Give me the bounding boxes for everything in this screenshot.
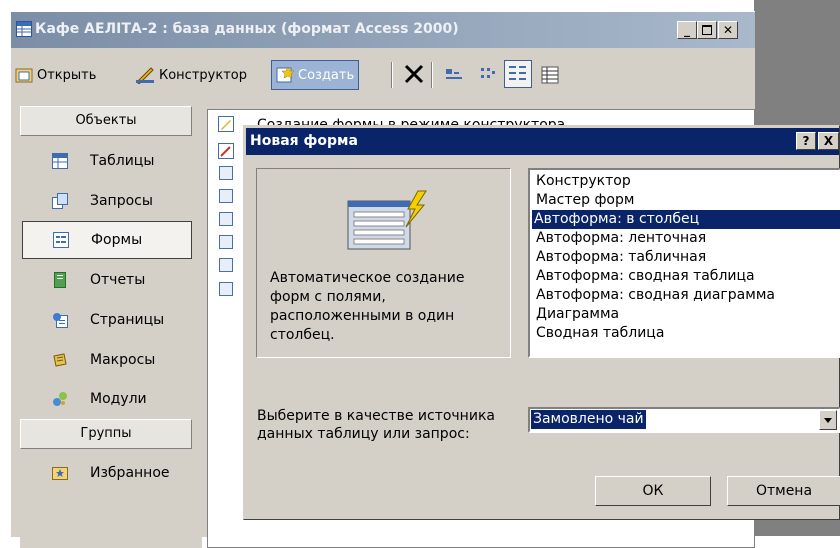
- open-icon: [15, 68, 33, 83]
- database-window-titlebar[interactable]: Кафе АЕЛІТА-2 : база данных (формат Acce…: [11, 12, 755, 48]
- form-icon[interactable]: [219, 166, 233, 180]
- sidebar-item-label: Страницы: [90, 312, 165, 328]
- wizard-form-icon: [218, 143, 234, 159]
- form-type-list[interactable]: Конструктор Мастер форм Автоформа: в сто…: [528, 168, 840, 358]
- form-type-option[interactable]: Автоформа: ленточная: [534, 229, 708, 248]
- sidebar-item-macros[interactable]: Макросы: [22, 341, 192, 379]
- create-icon: [276, 66, 294, 83]
- cancel-button[interactable]: Отмена: [727, 476, 840, 506]
- objects-header[interactable]: Объекты: [20, 106, 192, 136]
- minimize-button[interactable]: _: [677, 21, 697, 39]
- design-form-icon: [218, 116, 234, 132]
- database-toolbar: Открыть Конструктор Создать: [11, 50, 755, 100]
- form-type-option[interactable]: Конструктор: [534, 172, 633, 191]
- sidebar-item-label: Отчеты: [90, 272, 146, 288]
- autoform-column-icon: [347, 190, 427, 250]
- dialog-title: Новая форма: [250, 133, 358, 149]
- form-type-option[interactable]: Автоформа: сводная диаграмма: [534, 286, 777, 305]
- data-source-label: Выберите в качестве источника данных таб…: [257, 408, 495, 442]
- form-icon[interactable]: [219, 282, 233, 296]
- database-window-title: Кафе АЕЛІТА-2 : база данных (формат Acce…: [35, 21, 459, 37]
- toolbar-separator: [391, 62, 393, 88]
- form-type-option[interactable]: Мастер форм: [534, 191, 636, 210]
- small-icons-icon[interactable]: [479, 66, 497, 84]
- delete-icon[interactable]: [403, 62, 425, 86]
- list-view-icon[interactable]: [504, 60, 532, 88]
- sidebar-item-forms[interactable]: Формы: [22, 221, 192, 259]
- data-source-value: Замовлено чай: [531, 410, 646, 429]
- macro-icon: [52, 352, 68, 368]
- open-button[interactable]: Открыть: [15, 62, 96, 88]
- groups-header[interactable]: Группы: [20, 419, 192, 449]
- sidebar-item-reports[interactable]: Отчеты: [22, 261, 192, 299]
- form-type-option[interactable]: Сводная таблица: [534, 324, 666, 343]
- form-type-description: Автоматическое создание форм с полями, р…: [270, 270, 465, 343]
- chevron-down-icon[interactable]: [819, 410, 837, 430]
- sidebar-item-label: Формы: [91, 232, 143, 248]
- help-button[interactable]: ?: [796, 132, 816, 150]
- sidebar-item-label: Запросы: [90, 193, 153, 209]
- table-icon: [52, 153, 68, 169]
- sidebar-item-modules[interactable]: Модули: [22, 380, 192, 418]
- page-icon: [52, 312, 68, 328]
- form-icon[interactable]: [219, 235, 233, 249]
- open-button-label: Открыть: [37, 67, 97, 83]
- sidebar-item-label: Макросы: [90, 352, 156, 368]
- dialog-close-button[interactable]: X: [818, 132, 839, 150]
- form-type-option[interactable]: Автоформа: табличная: [534, 248, 708, 267]
- sidebar-item-label: Модули: [90, 391, 147, 407]
- create-button-label: Создать: [298, 67, 355, 83]
- large-icons-icon[interactable]: [445, 66, 463, 84]
- report-icon: [52, 272, 68, 288]
- create-button[interactable]: Создать: [271, 60, 360, 90]
- new-form-dialog: Новая форма ? X Автоматическое создание …: [243, 125, 840, 520]
- form-type-option[interactable]: Автоформа: сводная таблица: [534, 267, 757, 286]
- maximize-button[interactable]: [697, 21, 717, 39]
- sidebar-item-favorites[interactable]: Избранное: [22, 454, 192, 492]
- dialog-titlebar[interactable]: Новая форма ? X: [246, 128, 839, 155]
- sidebar-item-queries[interactable]: Запросы: [22, 182, 192, 220]
- query-icon: [52, 193, 68, 209]
- designer-icon: [136, 67, 154, 84]
- close-button[interactable]: ✕: [718, 21, 738, 39]
- ok-button[interactable]: ОК: [595, 476, 711, 506]
- sidebar-item-label: Таблицы: [90, 153, 155, 169]
- form-icon[interactable]: [219, 189, 233, 203]
- sidebar-item-tables[interactable]: Таблицы: [22, 142, 192, 180]
- favorites-icon: [52, 465, 68, 481]
- form-type-option[interactable]: Диаграмма: [534, 305, 621, 324]
- designer-button-label: Конструктор: [159, 67, 247, 83]
- form-icon[interactable]: [219, 212, 233, 226]
- details-view-icon[interactable]: [541, 66, 559, 84]
- module-icon: [52, 391, 68, 407]
- data-source-select[interactable]: Замовлено чай: [528, 407, 840, 433]
- form-icon[interactable]: [219, 258, 233, 272]
- sidebar-item-label: Избранное: [90, 465, 170, 481]
- form-type-option-selected[interactable]: Автоформа: в столбец: [532, 210, 840, 229]
- objects-bar: Объекты Таблицы Запросы Формы Отчеты Стр…: [20, 104, 202, 548]
- sidebar-item-pages[interactable]: Страницы: [22, 301, 192, 339]
- form-icon: [53, 232, 69, 248]
- designer-button[interactable]: Конструктор: [135, 62, 247, 88]
- database-window-icon: [16, 21, 32, 37]
- toolbar-separator: [431, 62, 433, 88]
